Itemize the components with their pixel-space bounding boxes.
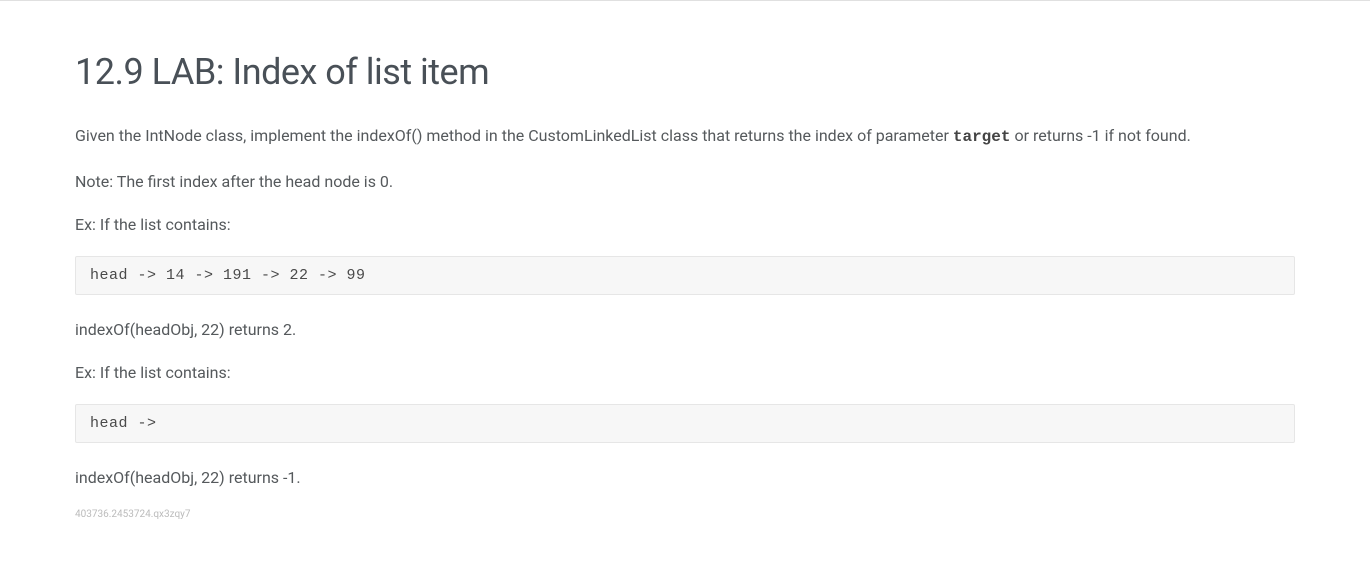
- code-block-1: head -> 14 -> 191 -> 22 -> 99: [75, 256, 1295, 295]
- inline-code-target: target: [953, 128, 1011, 146]
- note-paragraph: Note: The first index after the head nod…: [75, 169, 1295, 195]
- code-block-2: head ->: [75, 404, 1295, 443]
- page-title: 12.9 LAB: Index of list item: [75, 51, 1295, 93]
- intro-text-pre: Given the IntNode class, implement the i…: [75, 126, 953, 145]
- example-1-label: Ex: If the list contains:: [75, 212, 1295, 238]
- example-2-label: Ex: If the list contains:: [75, 360, 1295, 386]
- lab-content: 12.9 LAB: Index of list item Given the I…: [0, 0, 1370, 540]
- intro-text-post: or returns -1 if not found.: [1010, 126, 1190, 145]
- intro-paragraph: Given the IntNode class, implement the i…: [75, 123, 1295, 151]
- example-1-result: indexOf(headObj, 22) returns 2.: [75, 317, 1295, 343]
- example-2-result: indexOf(headObj, 22) returns -1.: [75, 465, 1295, 491]
- footer-id: 403736.2453724.qx3zqy7: [75, 509, 1295, 520]
